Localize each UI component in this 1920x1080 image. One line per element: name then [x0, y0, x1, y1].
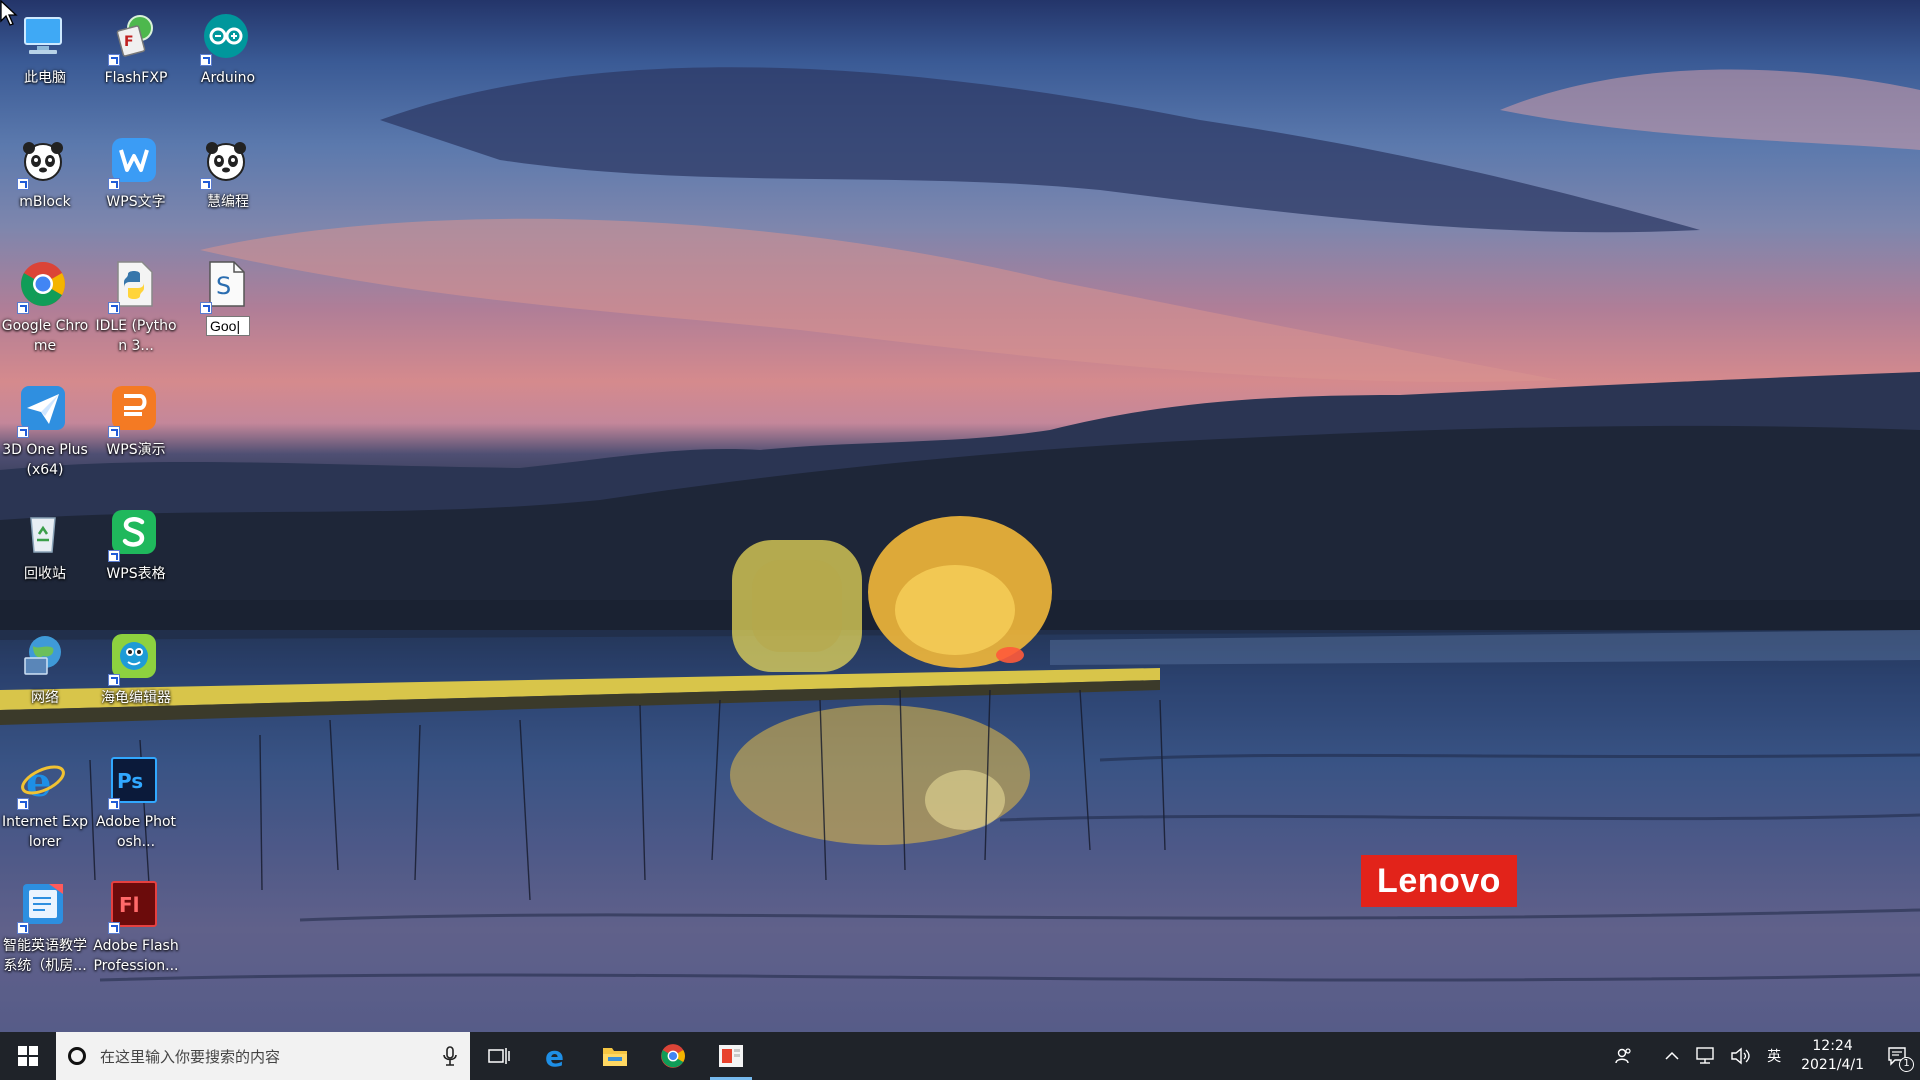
arduino-icon — [200, 12, 254, 66]
desktop-icon-adobe-photoshop[interactable]: Ps Adobe Photosh... — [92, 746, 180, 858]
wps-spreadsheet-icon — [108, 508, 162, 562]
people-button[interactable] — [1607, 1032, 1641, 1080]
icon-label: WPS文字 — [106, 194, 166, 210]
task-view-icon — [488, 1048, 510, 1064]
taskbar-edge[interactable]: e — [528, 1032, 586, 1080]
chrome-icon — [17, 260, 71, 314]
desktop-icon-mblock[interactable]: mBlock — [1, 126, 89, 238]
python-idle-icon — [108, 260, 162, 314]
windows-logo-icon — [18, 1046, 38, 1066]
microphone-icon[interactable] — [430, 1046, 470, 1066]
desktop-icon-internet-explorer[interactable]: e Internet Explorer — [1, 746, 89, 858]
icon-label: Adobe Photosh... — [95, 814, 177, 850]
recycle-bin-icon — [19, 508, 71, 560]
adobe-flash-icon: Fl — [108, 880, 162, 934]
paper-plane-icon — [17, 384, 71, 438]
presentation-app-icon — [719, 1045, 743, 1067]
input-method-indicator[interactable]: 英 — [1757, 1032, 1791, 1080]
svg-text:e: e — [545, 1042, 564, 1070]
desktop-icon-google-chrome[interactable]: Google Chrome — [1, 250, 89, 362]
desktop-icon-wps-writer[interactable]: WPS文字 — [92, 126, 180, 238]
huibiancheng-panda-icon — [200, 136, 254, 190]
desktop-icon-wps-spreadsheet[interactable]: WPS表格 — [92, 498, 180, 610]
computer-icon — [19, 12, 71, 64]
svg-text:Ps: Ps — [117, 769, 143, 793]
taskbar-file-explorer[interactable] — [586, 1032, 644, 1080]
clock-time: 12:24 — [1812, 1038, 1853, 1054]
desktop-icon-arduino[interactable]: Arduino — [184, 2, 272, 114]
icon-label: Internet Explorer — [1, 814, 89, 850]
notification-count-badge: 1 — [1899, 1057, 1914, 1072]
svg-text:Fl: Fl — [119, 893, 140, 917]
icon-label: 网络 — [31, 690, 59, 706]
rename-input[interactable] — [206, 316, 250, 336]
icon-label: mBlock — [19, 194, 71, 210]
svg-text:S: S — [216, 272, 231, 300]
icon-label: WPS演示 — [106, 442, 166, 458]
desktop-icon-flashfxp[interactable]: F FlashFXP — [92, 2, 180, 114]
people-icon — [1615, 1048, 1631, 1064]
task-view-button[interactable] — [470, 1032, 528, 1080]
clock[interactable]: 12:24 2021/4/1 — [1791, 1032, 1874, 1080]
icon-label: Arduino — [200, 70, 256, 86]
mouse-cursor-icon — [0, 0, 18, 26]
show-hidden-icons-button[interactable] — [1655, 1032, 1689, 1080]
desktop-icon-huibiancheng[interactable]: 慧编程 — [184, 126, 272, 238]
clock-date: 2021/4/1 — [1801, 1057, 1864, 1073]
script-file-icon: S — [200, 260, 254, 314]
wps-writer-icon — [108, 136, 162, 190]
taskbar: 在这里输入你要搜索的内容 e 英 12:24 2021/4/1 1 — [0, 1032, 1920, 1080]
edge-icon: e — [545, 1042, 564, 1070]
desktop-icon-idle[interactable]: IDLE (Python 3... — [92, 250, 180, 362]
start-button[interactable] — [0, 1032, 56, 1080]
english-teaching-icon — [17, 880, 71, 934]
desktop-icon-recycle-bin[interactable]: 回收站 — [1, 498, 89, 610]
svg-text:F: F — [124, 34, 134, 50]
volume-button[interactable] — [1723, 1032, 1757, 1080]
icon-label: 此电脑 — [24, 70, 66, 86]
turtle-editor-icon — [108, 632, 162, 686]
icon-label: 慧编程 — [207, 194, 249, 210]
desktop-icon-english-teaching[interactable]: 智能英语教学系统（机房... — [1, 870, 89, 982]
internet-explorer-icon: e — [17, 756, 71, 810]
photoshop-icon: Ps — [108, 756, 162, 810]
desktop-icon-network[interactable]: 网络 — [1, 622, 89, 734]
lenovo-logo: Lenovo — [1361, 855, 1517, 907]
network-status-icon — [1696, 1047, 1714, 1064]
network-globe-icon — [19, 632, 71, 684]
search-placeholder: 在这里输入你要搜索的内容 — [100, 1047, 281, 1066]
icon-label: Google Chrome — [1, 318, 89, 354]
chrome-icon — [661, 1044, 685, 1068]
folder-icon — [603, 1048, 627, 1066]
action-center-button[interactable]: 1 — [1874, 1032, 1920, 1080]
desktop-icon-turtle-editor[interactable]: 海龟编辑器 — [92, 622, 180, 734]
svg-text:e: e — [26, 759, 51, 804]
icon-label: IDLE (Python 3... — [95, 318, 177, 354]
icon-label: 智能英语教学系统（机房... — [3, 938, 87, 974]
taskbar-chrome[interactable] — [644, 1032, 702, 1080]
desktop-icon-wps-presentation[interactable]: WPS演示 — [92, 374, 180, 486]
system-tray: 英 12:24 2021/4/1 1 — [1607, 1032, 1920, 1080]
icon-label: Adobe Flash Profession... — [93, 938, 179, 974]
icon-label: FlashFXP — [104, 70, 168, 86]
desktop-icon-3d-one-plus[interactable]: 3D One Plus (x64) — [1, 374, 89, 486]
taskbar-search-box[interactable]: 在这里输入你要搜索的内容 — [56, 1032, 470, 1080]
taskbar-presentation-app[interactable] — [702, 1032, 760, 1080]
network-status-button[interactable] — [1689, 1032, 1723, 1080]
desktop-wallpaper: 此电脑 F FlashFXP Arduino mBlock WPS文字 慧编程 … — [0, 0, 1920, 1032]
mblock-panda-icon — [17, 136, 71, 190]
icon-label: 海龟编辑器 — [101, 690, 171, 706]
flashfxp-icon: F — [108, 12, 162, 66]
desktop-icon-adobe-flash[interactable]: Fl Adobe Flash Profession... — [92, 870, 180, 982]
wps-presentation-icon — [108, 384, 162, 438]
desktop-icon-renaming-file[interactable]: S — [184, 250, 272, 362]
chevron-up-icon — [1665, 1051, 1679, 1060]
icon-label: 回收站 — [24, 566, 66, 582]
cortana-icon — [68, 1047, 86, 1065]
icon-label: WPS表格 — [106, 566, 166, 582]
speaker-icon — [1731, 1047, 1750, 1065]
icon-label: 3D One Plus (x64) — [2, 442, 88, 478]
